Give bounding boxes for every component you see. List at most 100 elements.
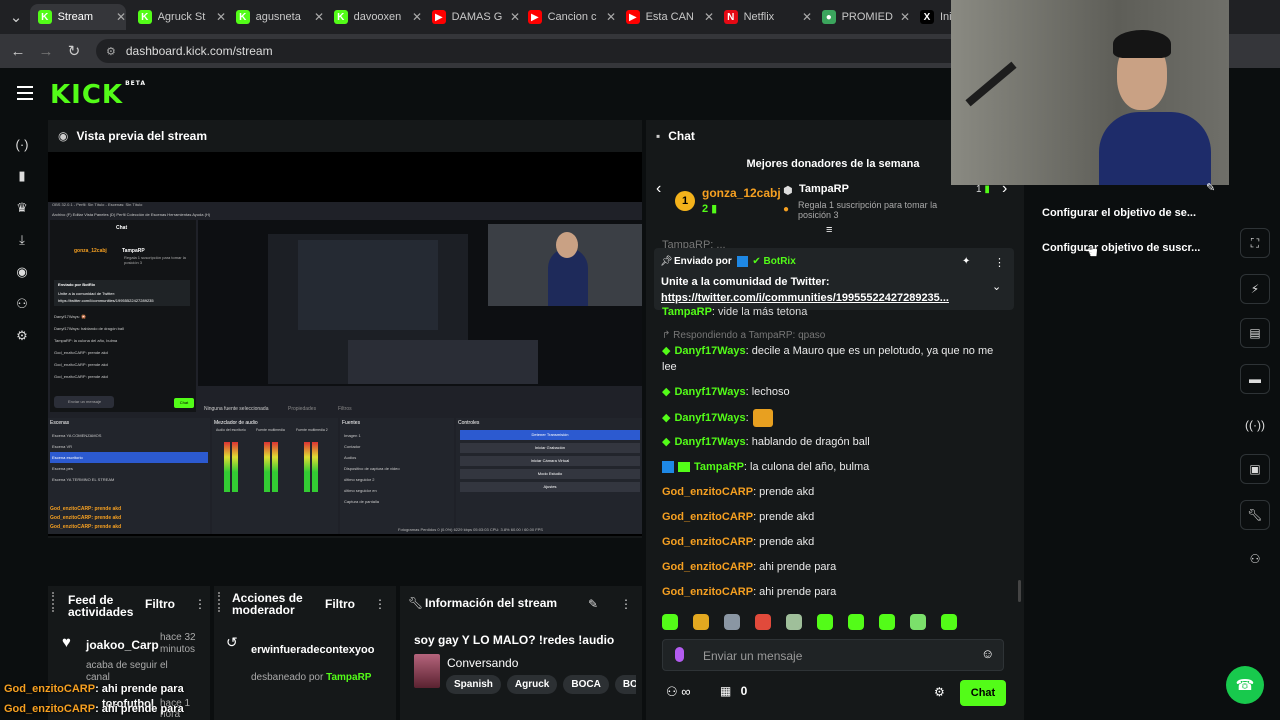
browser-tab[interactable]: ● PROMIED ✕ (814, 4, 910, 30)
tab-close-icon[interactable]: ✕ (412, 10, 422, 24)
tab-close-icon[interactable]: ✕ (510, 10, 520, 24)
stream-tag[interactable]: BOC (614, 675, 636, 694)
site-info-icon[interactable]: ⚙ (106, 45, 116, 58)
chat-input[interactable]: Enviar un mensaje ☺ (662, 639, 1004, 671)
donors-prev-icon[interactable]: ‹ (656, 180, 661, 198)
edit-icon[interactable]: ✎ (588, 597, 598, 611)
chat-username[interactable]: God_enzitoCARP (662, 511, 753, 523)
goal-sub-button[interactable]: Configurar objetivo de suscr... (1042, 242, 1200, 254)
pinned-link[interactable]: https://twitter.com/i/communities/199555… (661, 292, 949, 304)
scroll-handle-icon[interactable]: ≡ (826, 224, 832, 236)
activity-user[interactable]: joakoo_Carp (86, 638, 159, 652)
chat-send-button[interactable]: Chat (960, 680, 1006, 706)
emote-9-icon[interactable] (910, 614, 926, 630)
stream-icon[interactable]: (·) (12, 134, 32, 154)
chat-username[interactable]: Danyf17Ways (674, 436, 745, 448)
chat-username[interactable]: God_enzitoCARP (662, 536, 753, 548)
tab-search-icon[interactable]: ⌄ (6, 7, 26, 27)
mod-actions-filter-button[interactable]: Filtro (325, 597, 355, 611)
users-icon-2[interactable]: ⚇ (1240, 544, 1270, 574)
forward-icon[interactable]: → (36, 41, 56, 61)
emote-7-icon[interactable] (848, 614, 864, 630)
chat-username[interactable]: God_enzitoCARP (662, 586, 753, 598)
chat-username[interactable]: Danyf17Ways (674, 412, 745, 424)
analytics-icon[interactable]: ▮ (12, 166, 32, 186)
chat-scrollbar[interactable] (1018, 580, 1021, 602)
tab-close-icon[interactable]: ✕ (704, 10, 714, 24)
lightning-icon[interactable]: ⚡︎ (1240, 274, 1270, 304)
browser-tab[interactable]: K Stream ✕ (30, 4, 126, 30)
activity-feed-more-icon[interactable]: ⋮ (194, 597, 206, 611)
donor1-name[interactable]: gonza_12cabj (702, 186, 781, 200)
stream-tag[interactable]: Spanish (446, 675, 501, 694)
chat-users-icon[interactable]: ⚇ ∞ (666, 684, 691, 700)
tab-close-icon[interactable]: ✕ (606, 10, 616, 24)
chat-username[interactable]: God_enzitoCARP (662, 486, 753, 498)
tab-close-icon[interactable]: ✕ (802, 10, 812, 24)
notes-icon[interactable]: ▤ (1240, 318, 1270, 348)
pinned-more-icon[interactable]: ⋮ (994, 256, 1005, 269)
mod-actions-more-icon[interactable]: ⋮ (374, 597, 386, 611)
mod-action-by[interactable]: TampaRP (326, 672, 371, 683)
wrench-icon-2[interactable]: 🔧︎ (1240, 500, 1270, 530)
emote-8-icon[interactable] (879, 614, 895, 630)
goal-edit-icon[interactable]: ✎ (1206, 181, 1215, 194)
reload-icon[interactable]: ↻ (64, 41, 84, 61)
category-thumbnail[interactable] (414, 654, 440, 688)
partial-line-user[interactable]: TampaRP (662, 306, 712, 318)
mod-action-user[interactable]: erwinfueradecontexyoo (251, 644, 374, 656)
donor2-name[interactable]: TampaRP (799, 183, 849, 195)
hamburger-menu-icon[interactable] (17, 86, 33, 100)
tab-close-icon[interactable]: ✕ (116, 10, 126, 24)
browser-tab[interactable]: ▶ DAMAS G ✕ (424, 4, 520, 30)
pinned-by-user[interactable]: BotRix (764, 256, 796, 267)
emote-6-icon[interactable] (817, 614, 833, 630)
chat-username[interactable]: Danyf17Ways (674, 345, 745, 357)
browser-tab[interactable]: K Agruck St ✕ (130, 4, 226, 30)
chat-username[interactable]: Danyf17Ways (674, 386, 745, 398)
stream-info-more-icon[interactable]: ⋮ (620, 597, 632, 611)
category-name[interactable]: Conversando (447, 656, 518, 670)
tab-close-icon[interactable]: ✕ (314, 10, 324, 24)
browser-tab[interactable]: ▶ Cancion c ✕ (520, 4, 616, 30)
stream-tag[interactable]: Agruck (506, 675, 558, 694)
settings-icon[interactable]: ⚙ (12, 326, 32, 346)
chat-bubble-icon-2[interactable]: ▬ (1240, 364, 1270, 394)
browser-tab[interactable]: Kdavooxen ✕ (326, 4, 422, 30)
gift-icon[interactable]: ▦ 0 (720, 684, 747, 698)
goal-follower-button[interactable]: Configurar el objetivo de se... (1042, 207, 1196, 219)
chat-settings-icon[interactable]: ⚙ (934, 685, 945, 699)
broadcast-icon[interactable]: ((·)) (1240, 410, 1270, 440)
download-icon[interactable]: ⤓ (12, 230, 32, 250)
trophy-icon[interactable]: ♛ (12, 198, 32, 218)
monitor-icon[interactable]: ▣ (1240, 454, 1270, 484)
emote-5-icon[interactable] (786, 614, 802, 630)
browser-tab[interactable]: Kagusneta ✕ (228, 4, 324, 30)
mod-actions-drag-icon[interactable] (218, 592, 224, 612)
mic-icon[interactable] (675, 647, 684, 662)
emote-2-icon[interactable] (693, 614, 709, 630)
kick-logo[interactable]: KICK BETA (50, 80, 146, 110)
unpin-icon[interactable]: ✦ (962, 256, 970, 267)
emote-10-icon[interactable] (941, 614, 957, 630)
browser-tab[interactable]: N Netflix ✕ (716, 4, 812, 30)
camera-icon[interactable]: ◉ (12, 262, 32, 282)
emoji-icon[interactable]: ☺ (981, 646, 994, 661)
activity-feed-drag-icon[interactable] (52, 592, 58, 612)
users-icon[interactable]: ⚇ (12, 294, 32, 314)
url-input[interactable]: ⚙ dashboard.kick.com/stream (96, 39, 966, 63)
back-icon[interactable]: ← (8, 41, 28, 61)
tab-close-icon[interactable]: ✕ (216, 10, 226, 24)
chat-username[interactable]: God_enzitoCARP (662, 561, 753, 573)
emote-4-icon[interactable] (755, 614, 771, 630)
emote-1-icon[interactable] (662, 614, 678, 630)
camera-scan-icon[interactable]: ⛶ (1240, 228, 1270, 258)
chat-username[interactable]: TampaRP (694, 461, 744, 473)
stream-tag[interactable]: BOCA (563, 675, 609, 694)
tab-close-icon[interactable]: ✕ (900, 10, 910, 24)
stream-preview-video[interactable]: OBS 32.0.1 - Perfil: Sin Título - Escena… (48, 152, 642, 536)
emote-3-icon[interactable] (724, 614, 740, 630)
support-button[interactable]: ☎ (1226, 666, 1264, 704)
browser-tab[interactable]: ▶ Esta CAN ✕ (618, 4, 714, 30)
pinned-expand-icon[interactable]: ⌄ (992, 280, 1001, 293)
